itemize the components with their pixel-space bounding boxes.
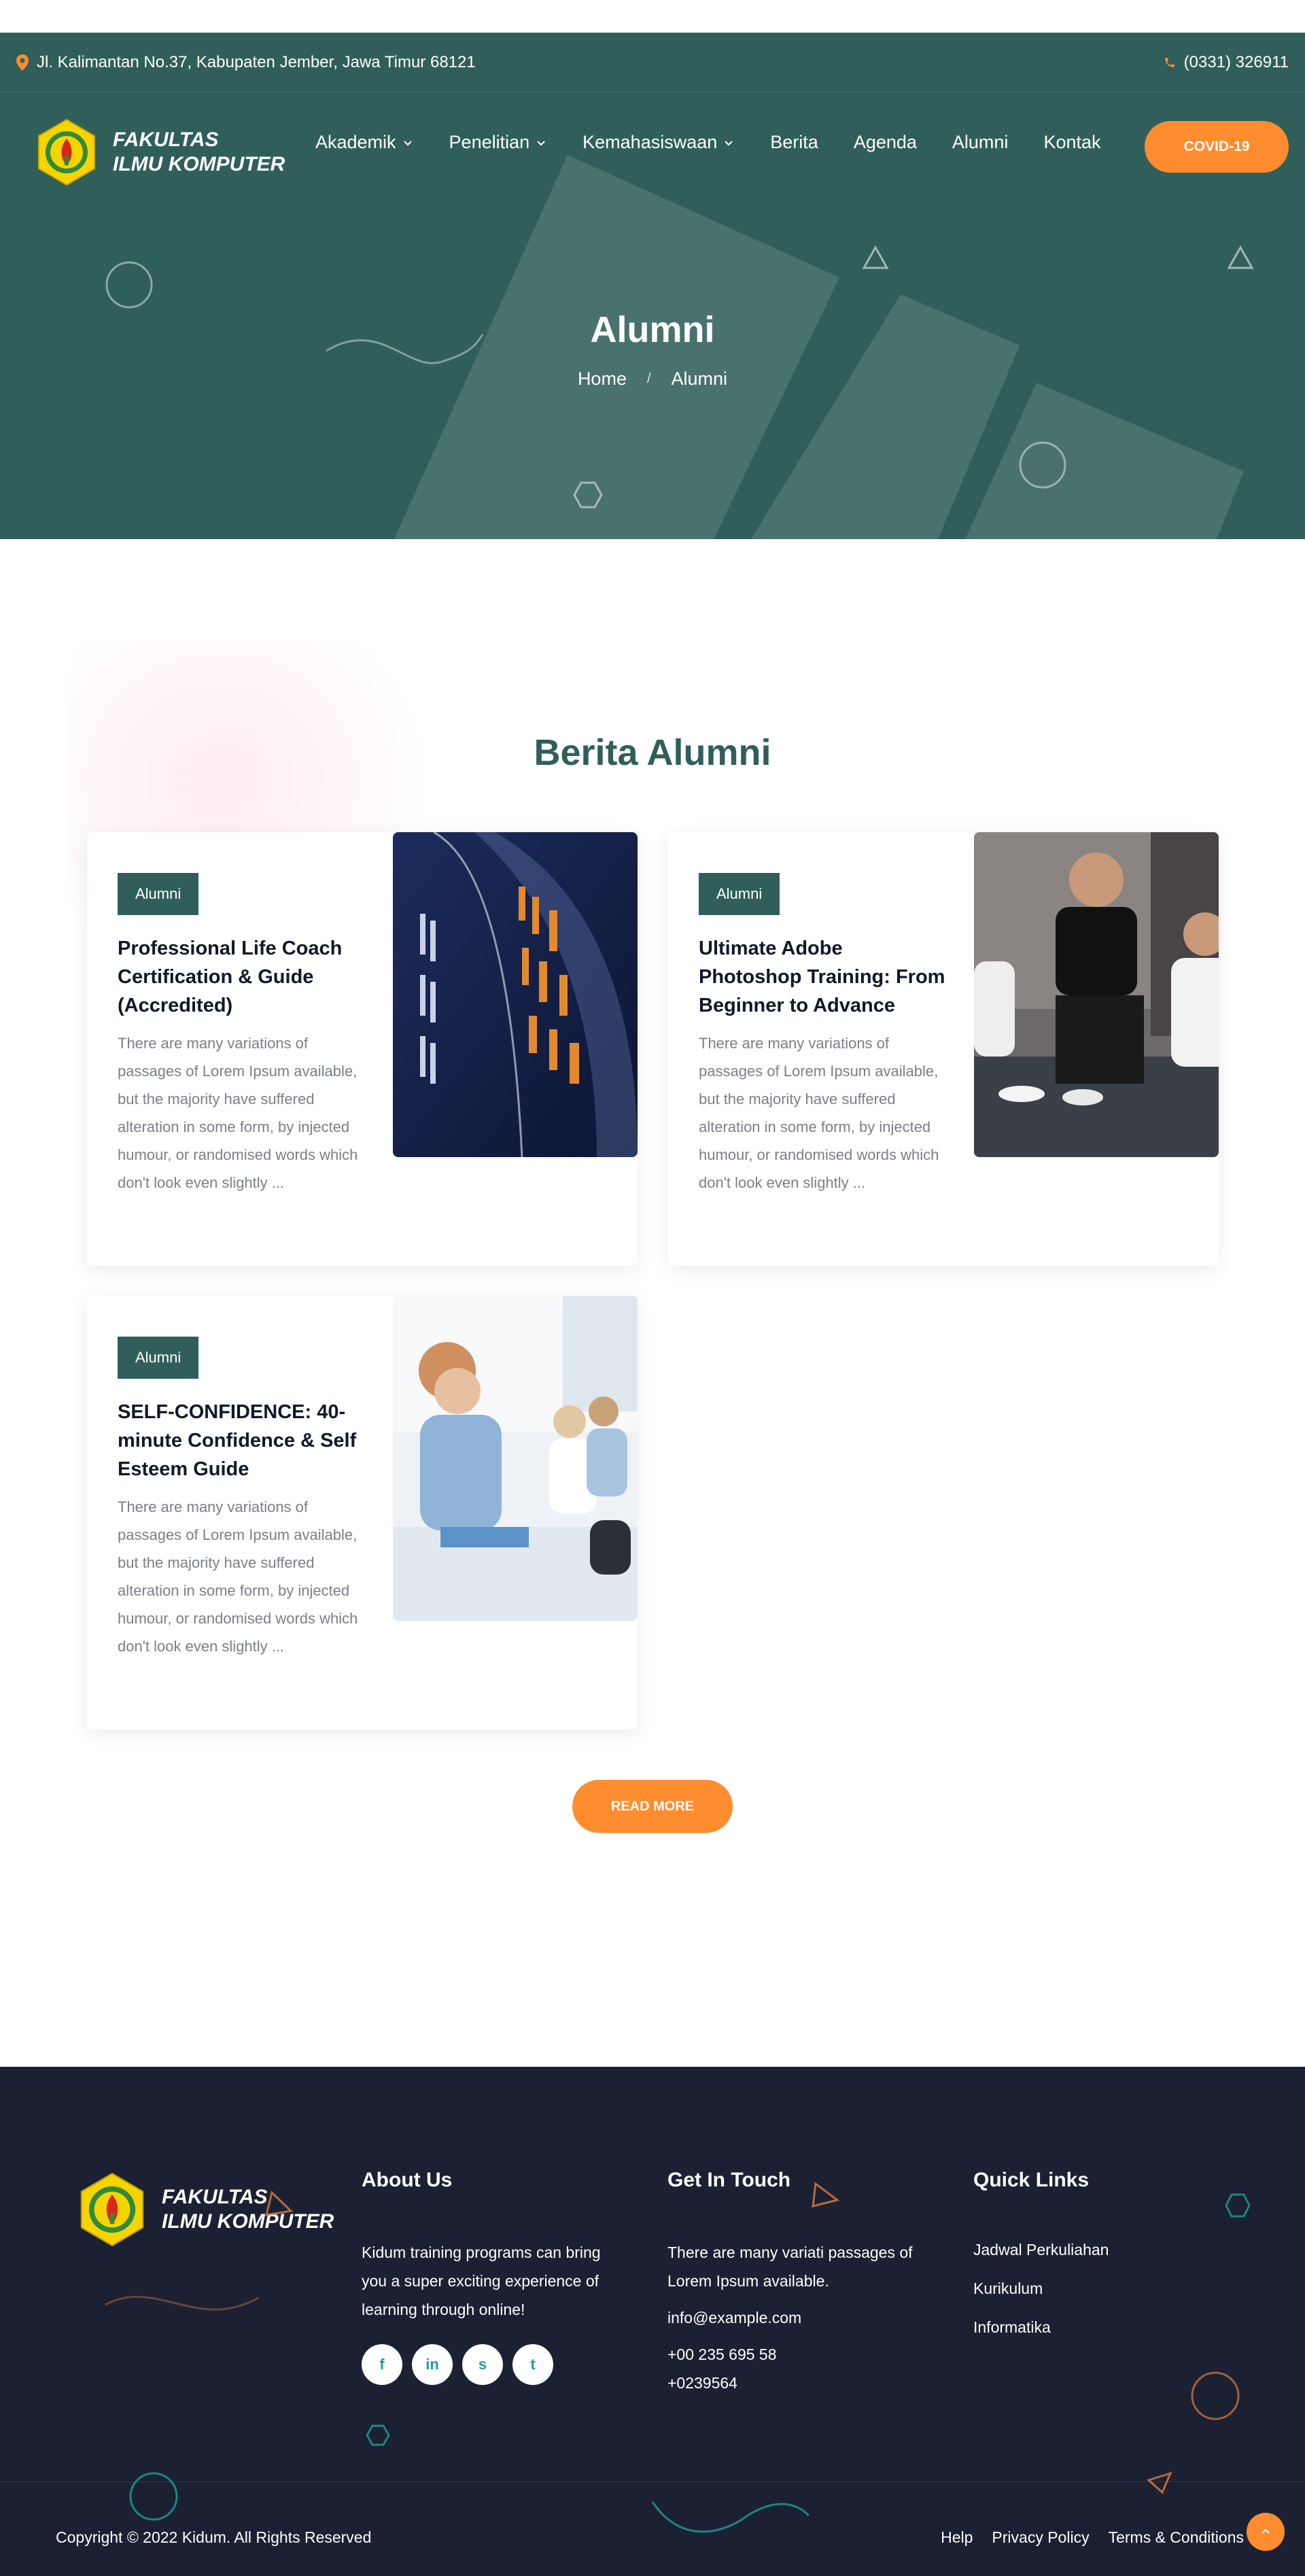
chevron-down-icon — [403, 140, 412, 145]
hero-header: Jl. Kalimantan No.37, Kabupaten Jember, … — [0, 33, 1305, 539]
university-seal-icon — [38, 118, 95, 186]
location-pin-icon — [16, 54, 29, 71]
nav-item-label: Berita — [770, 132, 818, 152]
chevron-down-icon — [537, 140, 545, 145]
breadcrumb-home-link[interactable]: Home — [578, 368, 627, 390]
page-title: Alumni — [590, 309, 715, 350]
nav-item-label: Akademik — [315, 132, 396, 152]
three-men-sitting-image — [974, 832, 1219, 1157]
library-bookshelves-image — [393, 832, 638, 1157]
nav-item-agenda[interactable]: Agenda — [854, 132, 917, 153]
nav-menu: Akademik Penelitian Kemahasiswaan Berita… — [315, 132, 1136, 153]
breadcrumb-current: Alumni — [671, 368, 728, 389]
phone-icon — [1164, 57, 1174, 67]
footer-decor-shapes — [105, 2182, 1251, 2533]
covid-button[interactable]: COVID-19 — [1145, 121, 1289, 173]
nav-item-penelitian[interactable]: Penelitian — [449, 132, 548, 153]
nav-item-alumni[interactable]: Alumni — [952, 132, 1009, 153]
post-image-library[interactable] — [393, 832, 638, 1157]
brand-line-1: FAKULTAS — [113, 128, 219, 151]
main-navigation: FAKULTAS ILMU KOMPUTER Akademik Peneliti… — [0, 92, 1305, 201]
post-card[interactable]: Alumni Ultimate Adobe Photoshop Training… — [668, 832, 1219, 1266]
read-more-button[interactable]: READ MORE — [572, 1780, 733, 1833]
post-card[interactable]: Alumni Professional Life Coach Certifica… — [87, 832, 638, 1266]
nav-item-kemahasiswaan[interactable]: Kemahasiswaan — [582, 132, 735, 153]
section-title: Berita Alumni — [534, 732, 771, 773]
post-excerpt: There are many variations of passages of… — [118, 1035, 358, 1191]
category-badge[interactable]: Alumni — [118, 873, 199, 915]
site-footer: FAKULTAS ILMU KOMPUTER About Us Kidum tr… — [0, 2067, 1305, 2576]
nav-item-akademik[interactable]: Akademik — [315, 132, 414, 153]
nav-item-label: Agenda — [853, 132, 917, 152]
top-info-bar: Jl. Kalimantan No.37, Kabupaten Jember, … — [0, 33, 1305, 92]
chevron-up-icon — [1262, 2528, 1270, 2534]
nav-item-kontak[interactable]: Kontak — [1043, 132, 1100, 153]
post-title[interactable]: Professional Life Coach Certification & … — [118, 934, 369, 1020]
category-badge[interactable]: Alumni — [118, 1337, 199, 1379]
category-badge[interactable]: Alumni — [699, 873, 780, 915]
scroll-to-top-button[interactable] — [1247, 2513, 1285, 2551]
woman-at-desk-image — [393, 1296, 638, 1621]
post-image-office[interactable] — [393, 1296, 638, 1621]
post-excerpt: There are many variations of passages of… — [699, 1035, 939, 1191]
address-text: Jl. Kalimantan No.37, Kabupaten Jember, … — [37, 52, 476, 71]
nav-item-label: Penelitian — [449, 132, 530, 152]
phone-text[interactable]: (0331) 326911 — [1184, 53, 1289, 72]
site-logo[interactable]: FAKULTAS ILMU KOMPUTER — [33, 118, 285, 186]
nav-item-label: Kemahasiswaan — [582, 132, 718, 152]
post-card[interactable]: Alumni SELF-CONFIDENCE: 40-minute Confid… — [87, 1296, 638, 1730]
post-title[interactable]: Ultimate Adobe Photoshop Training: From … — [699, 934, 950, 1020]
post-title[interactable]: SELF-CONFIDENCE: 40-minute Confidence & … — [118, 1398, 369, 1483]
breadcrumb: Home / Alumni — [0, 368, 1305, 390]
post-excerpt: There are many variations of passages of… — [118, 1498, 358, 1655]
nav-item-label: Kontak — [1043, 132, 1101, 152]
nav-item-berita[interactable]: Berita — [770, 132, 818, 153]
nav-item-label: Alumni — [952, 132, 1009, 152]
chevron-down-icon — [725, 140, 733, 145]
post-image-group[interactable] — [974, 832, 1219, 1157]
brand-line-2: ILMU KOMPUTER — [113, 153, 285, 175]
breadcrumb-separator: / — [646, 371, 651, 386]
